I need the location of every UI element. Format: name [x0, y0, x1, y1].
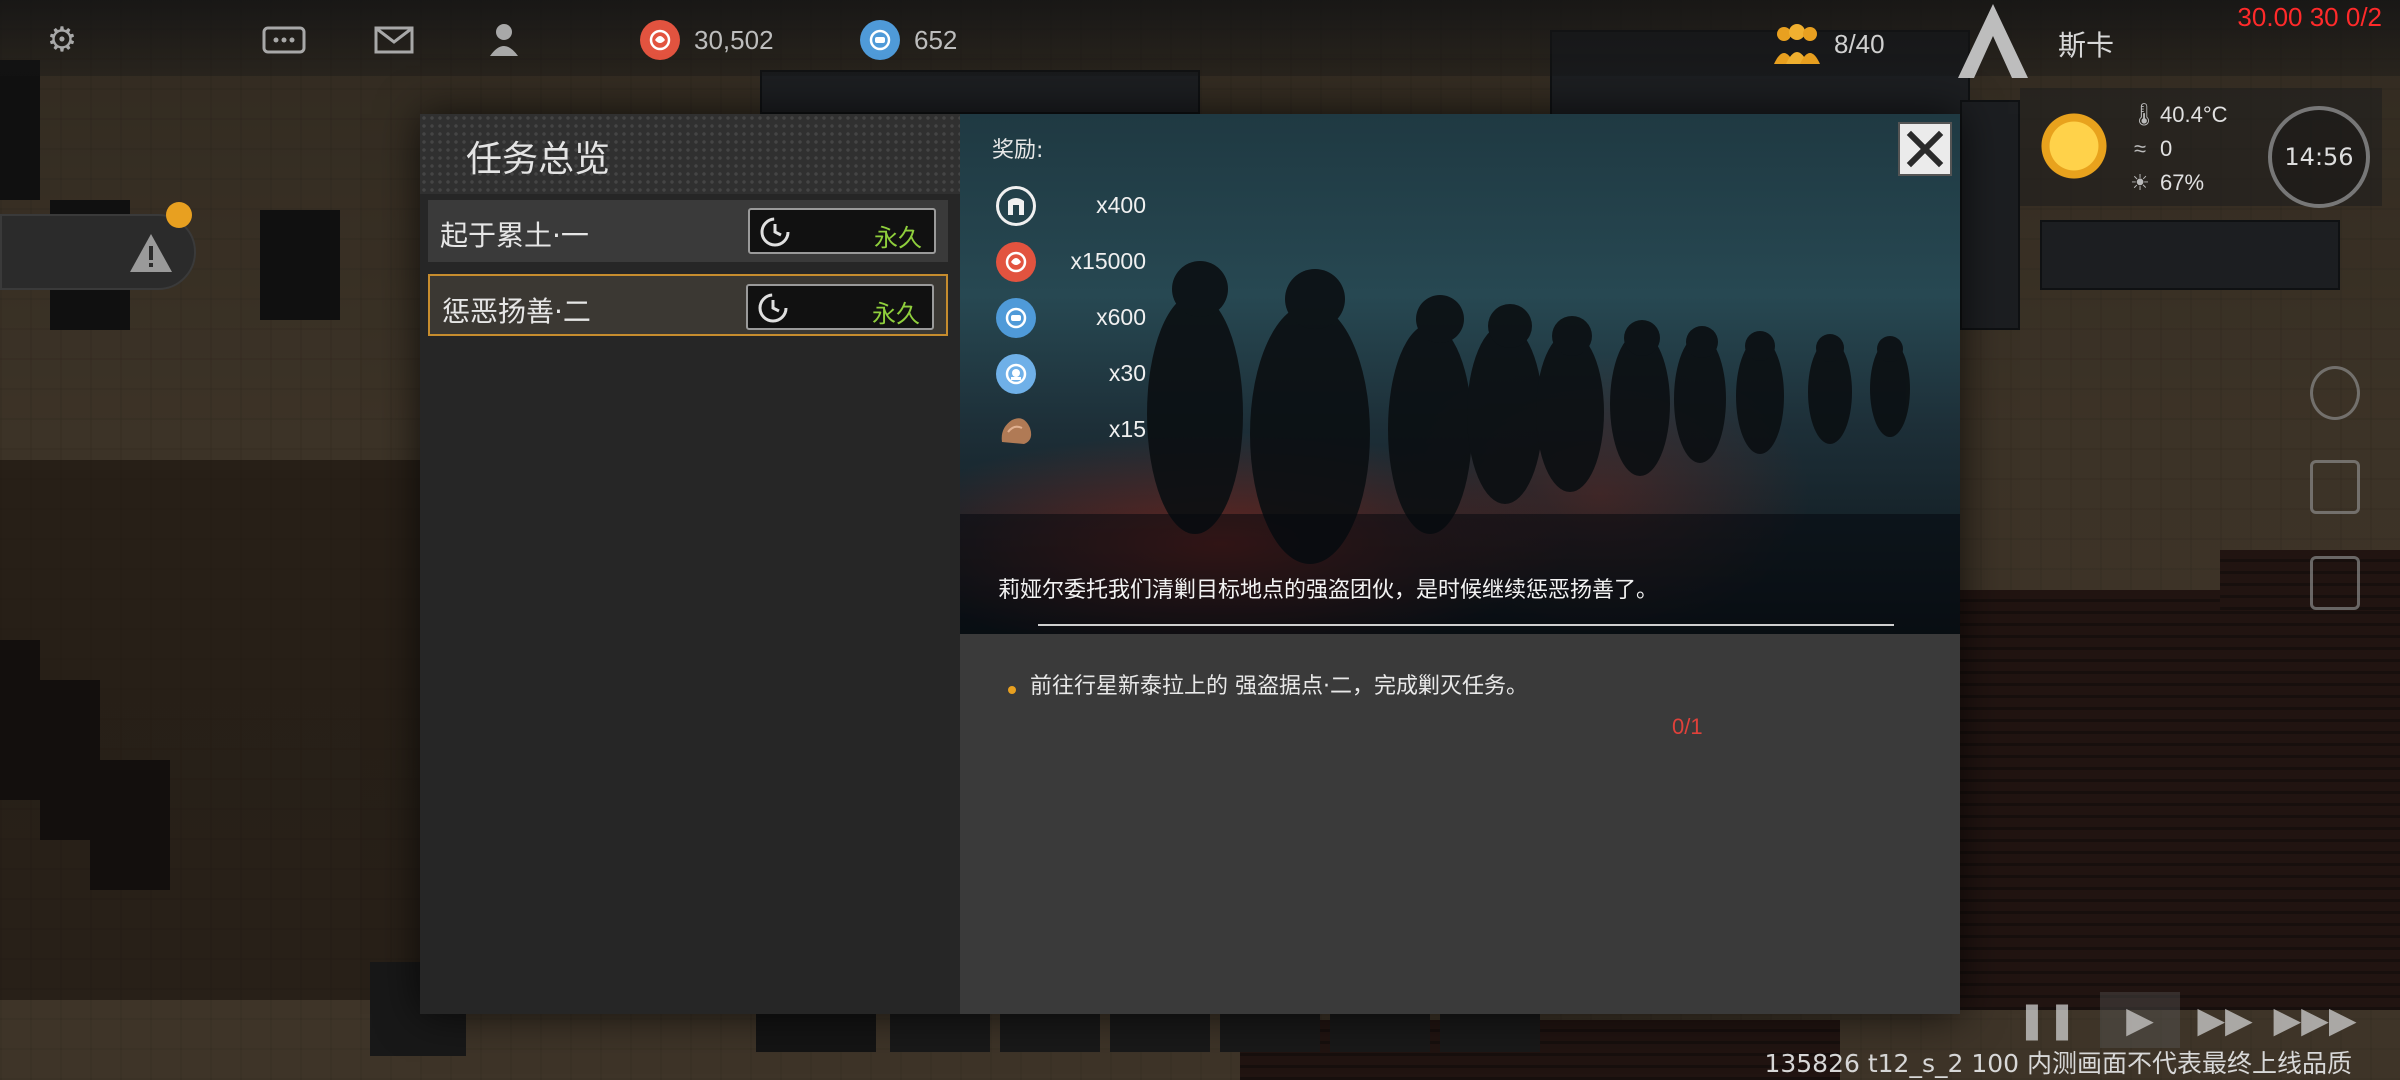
quest-item[interactable]: 起于累土·一 永久 [428, 200, 948, 262]
chat-icon[interactable] [262, 18, 306, 62]
quest-duration: 永久 [872, 300, 920, 328]
close-button[interactable] [1898, 122, 1952, 176]
blue-coin-icon [860, 20, 900, 60]
timer-icon [758, 293, 788, 323]
blue-coin-value: 652 [914, 24, 958, 55]
red-coin-icon [996, 242, 1036, 282]
fastest-forward-button[interactable]: ▶▶▶ [2273, 992, 2356, 1048]
blue-coin-counter[interactable]: 652 [860, 20, 957, 60]
quest-duration-badge: 永久 [746, 284, 934, 330]
reward-item: x15 [996, 408, 1146, 452]
sun-icon [2036, 108, 2112, 184]
clock-time: 14:56 [2284, 143, 2354, 171]
fast-forward-button[interactable]: ▶▶ [2190, 992, 2260, 1048]
faction-logo-icon [1958, 4, 2028, 78]
player-name[interactable]: 斯卡 [2058, 24, 2114, 64]
clipboard-icon[interactable] [2310, 460, 2360, 514]
mail-icon[interactable] [372, 18, 416, 62]
quest-name: 起于累土·一 [440, 219, 589, 252]
quest-overview-dialog: 任务总览 起于累土·一 永久 惩恶扬善·二 永久 奖励: x400 x15000… [420, 114, 1960, 1014]
ore-icon [996, 410, 1036, 450]
thermometer-icon: 🌡 [2130, 102, 2158, 127]
quest-list-panel: 任务总览 起于累土·一 永久 惩恶扬善·二 永久 [420, 114, 960, 1014]
light-value: 67% [2160, 170, 2205, 195]
reward-item: x15000 [996, 240, 1146, 284]
blue-gear-coin-icon [996, 354, 1036, 394]
temperature-value: 40.4°C [2160, 102, 2228, 127]
warning-icon [130, 234, 172, 272]
reward-item: x400 [996, 184, 1146, 228]
rewards-label: 奖励: [992, 138, 1044, 163]
objective-progress: 0/1 [1672, 714, 1703, 739]
dialog-title: 任务总览 [466, 139, 611, 180]
red-coin-value: 30,502 [694, 24, 774, 55]
reward-amount: x15 [1108, 416, 1146, 442]
reward-amount: x600 [1096, 304, 1146, 330]
pause-button[interactable]: ❚❚ [2012, 992, 2082, 1048]
reward-item: x600 [996, 296, 1146, 340]
game-clock[interactable]: 14:56 [2268, 106, 2370, 208]
alert-notification-dot [166, 202, 192, 228]
quest-name: 惩恶扬善·二 [442, 295, 591, 328]
population-counter[interactable]: 8/40 [1770, 22, 1885, 66]
population-value: 8/40 [1834, 28, 1885, 59]
fps-debug-readout: 30.00 30 0/2 [2237, 2, 2382, 32]
divider [1038, 624, 1894, 626]
quest-objectives-panel: 前往行星新泰拉上的 强盗据点·二，完成剿灭任务。 0/1 [960, 634, 1960, 1014]
quest-description: 莉娅尔委托我们清剿目标地点的强盗团伙，是时候继续惩恶扬善了。 [998, 578, 1659, 603]
metal-icon [996, 186, 1036, 226]
reward-amount: x400 [1096, 192, 1146, 218]
red-coin-icon [640, 20, 680, 60]
reward-amount: x15000 [1070, 248, 1146, 274]
objective-text: 前往行星新泰拉上的 强盗据点·二，完成剿灭任务。 [1030, 674, 1528, 699]
rotate-view-icon[interactable] [2310, 366, 2360, 420]
red-coin-counter[interactable]: 30,502 [640, 20, 774, 60]
quest-duration-badge: 永久 [748, 208, 936, 254]
quest-list-header: 任务总览 [420, 114, 960, 194]
play-button[interactable]: ▶ [2100, 992, 2180, 1048]
top-hud: ⚙ 30,502 652 8/40 斯卡 30.00 30 0/2 [0, 0, 2400, 78]
build-info-text: 135826 t12_s_2 100 内测画面不代表最终上线品质 [1764, 1049, 2352, 1078]
wind-value: 0 [2160, 136, 2173, 161]
alert-tab[interactable] [0, 214, 196, 290]
close-icon [1906, 130, 1944, 168]
objective-bullet [1008, 686, 1016, 694]
quest-duration: 永久 [874, 224, 922, 252]
quest-banner-image: 奖励: x400 x15000 x600 x30 x15 莉娅尔委托我们清剿目标… [960, 114, 1960, 634]
reward-amount: x30 [1108, 360, 1146, 386]
population-icon [1774, 24, 1820, 64]
reward-item: x30 [996, 352, 1146, 396]
wind-icon: ≈ [2133, 136, 2147, 161]
colonist-icon[interactable] [482, 18, 526, 62]
blue-coin-icon [996, 298, 1036, 338]
timer-icon [760, 217, 790, 247]
scan-icon[interactable] [2310, 556, 2360, 610]
light-icon: ☀ [2130, 170, 2150, 195]
quest-item-selected[interactable]: 惩恶扬善·二 永久 [428, 274, 948, 336]
settings-gear-icon[interactable]: ⚙ [40, 18, 84, 62]
